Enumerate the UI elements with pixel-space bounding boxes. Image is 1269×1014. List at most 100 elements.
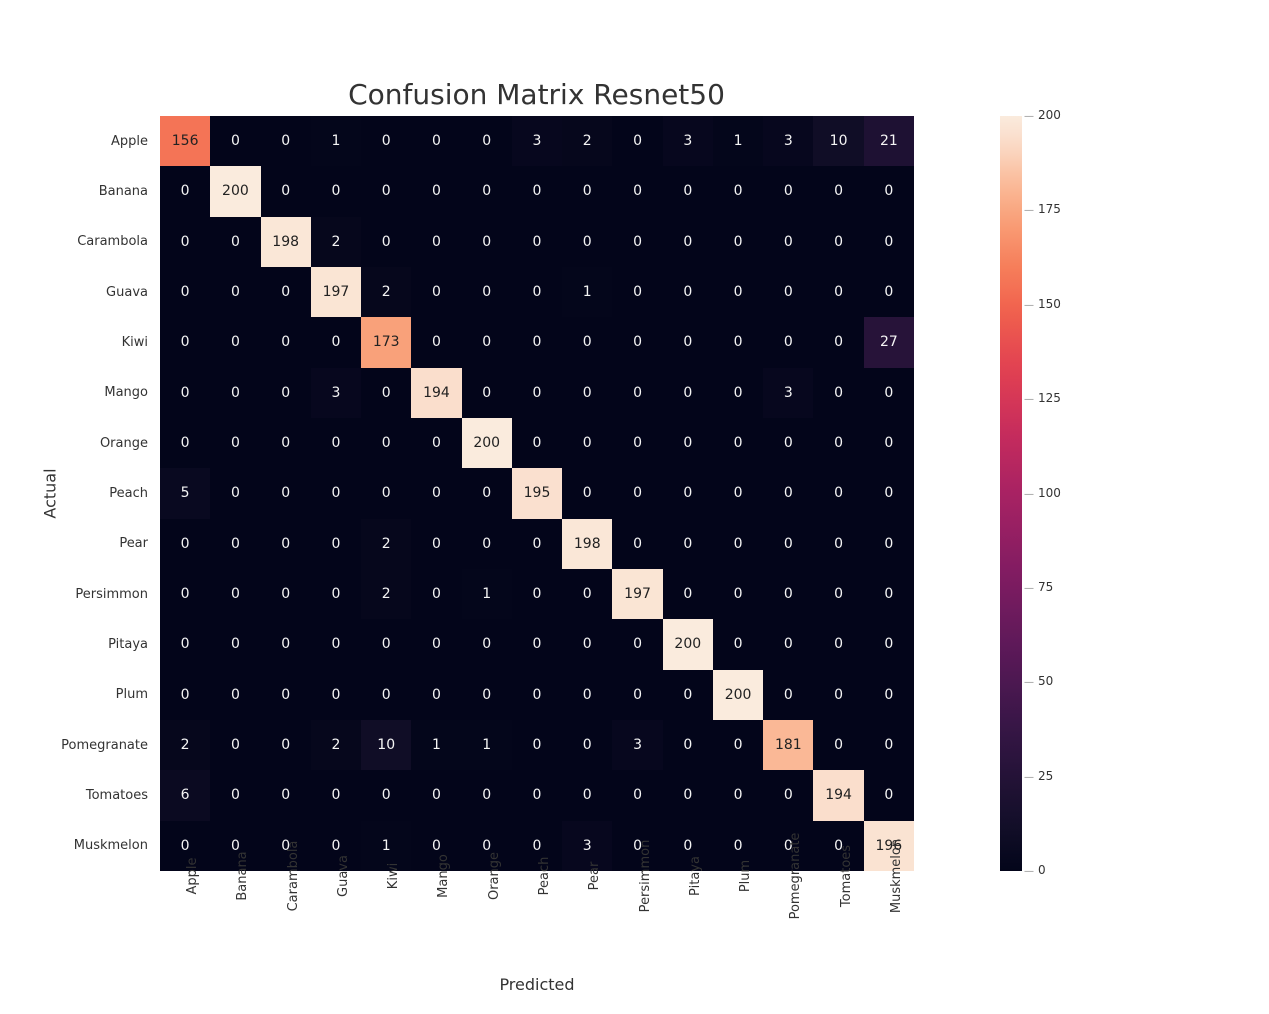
heatmap-cell: 0: [813, 317, 863, 367]
heatmap-cell: 156: [160, 116, 210, 166]
heatmap-cell: 0: [612, 619, 662, 669]
y-tick-label: Orange: [0, 418, 154, 468]
heatmap-cell: 0: [261, 720, 311, 770]
heatmap-cell: 3: [763, 116, 813, 166]
x-tick-label: Pomegranate: [763, 876, 813, 966]
heatmap-cell: 0: [261, 619, 311, 669]
heatmap-cell: 0: [663, 267, 713, 317]
heatmap-cell: 2: [361, 569, 411, 619]
heatmap-cell: 0: [210, 619, 260, 669]
heatmap-cell: 0: [311, 166, 361, 216]
heatmap-cell: 194: [813, 770, 863, 820]
heatmap-cell: 0: [160, 267, 210, 317]
heatmap-cell: 1: [462, 720, 512, 770]
heatmap-cell: 0: [160, 519, 210, 569]
heatmap-cell: 200: [713, 670, 763, 720]
x-tick-label: Mango: [411, 876, 461, 966]
heatmap-cell: 0: [462, 317, 512, 367]
heatmap-cell: 0: [562, 418, 612, 468]
heatmap-cell: 3: [663, 116, 713, 166]
x-axis-title: Predicted: [160, 975, 914, 994]
colorbar-tick: 200: [1024, 108, 1061, 122]
heatmap-cell: 0: [411, 267, 461, 317]
heatmap-cell: 197: [612, 569, 662, 619]
heatmap-cell: 0: [612, 770, 662, 820]
heatmap-cell: 0: [210, 720, 260, 770]
heatmap-cell: 0: [512, 720, 562, 770]
heatmap-cell: 0: [864, 720, 914, 770]
heatmap-cell: 0: [261, 569, 311, 619]
heatmap-cell: 3: [512, 116, 562, 166]
heatmap-cell: 2: [562, 116, 612, 166]
y-tick-labels: AppleBananaCarambolaGuavaKiwiMangoOrange…: [0, 116, 154, 871]
heatmap-cell: 0: [562, 569, 612, 619]
heatmap-cell: 0: [813, 569, 863, 619]
heatmap-cell: 0: [160, 670, 210, 720]
heatmap-cell: 0: [813, 619, 863, 669]
heatmap-cell: 0: [311, 619, 361, 669]
heatmap-cell: 0: [462, 619, 512, 669]
heatmap-cell: 0: [663, 569, 713, 619]
heatmap-cell: 0: [813, 368, 863, 418]
figure: Confusion Matrix Resnet50 Actual AppleBa…: [0, 0, 1269, 1014]
heatmap-cell: 0: [864, 368, 914, 418]
heatmap-cell: 0: [411, 519, 461, 569]
heatmap-cell: 0: [261, 166, 311, 216]
heatmap-cell: 0: [864, 166, 914, 216]
heatmap-cell: 0: [813, 166, 863, 216]
y-tick-label: Pomegranate: [0, 720, 154, 770]
heatmap-cell: 195: [512, 468, 562, 518]
heatmap-cell: 0: [763, 418, 813, 468]
heatmap-cell: 0: [261, 418, 311, 468]
heatmap-cell: 0: [411, 217, 461, 267]
y-tick-label: Banana: [0, 166, 154, 216]
heatmap-cell: 0: [361, 217, 411, 267]
heatmap-cell: 0: [663, 720, 713, 770]
heatmap-cell: 0: [864, 569, 914, 619]
heatmap-cell: 0: [713, 468, 763, 518]
colorbar-tick: 25: [1024, 769, 1053, 783]
heatmap-cell: 0: [813, 468, 863, 518]
heatmap-cell: 0: [713, 770, 763, 820]
heatmap-cell: 0: [361, 368, 411, 418]
heatmap-cell: 0: [763, 468, 813, 518]
heatmap-cell: 0: [713, 166, 763, 216]
heatmap-cell: 10: [361, 720, 411, 770]
heatmap-cell: 0: [160, 569, 210, 619]
y-tick-label: Muskmelon: [0, 821, 154, 871]
heatmap-cell: 0: [210, 418, 260, 468]
heatmap-cell: 0: [562, 770, 612, 820]
colorbar-tick: 0: [1024, 863, 1046, 877]
heatmap-cell: 0: [210, 569, 260, 619]
heatmap-cell: 0: [713, 267, 763, 317]
heatmap-cell: 0: [210, 468, 260, 518]
heatmap-cell: 0: [210, 368, 260, 418]
colorbar: [1000, 116, 1022, 871]
heatmap-cell: 197: [311, 267, 361, 317]
heatmap-cell: 0: [612, 116, 662, 166]
heatmap-cell: 0: [512, 569, 562, 619]
heatmap-cell: 0: [261, 670, 311, 720]
x-tick-label: Guava: [311, 876, 361, 966]
heatmap-cell: 0: [411, 569, 461, 619]
heatmap-cell: 173: [361, 317, 411, 367]
heatmap-cell: 0: [311, 519, 361, 569]
colorbar-tick: 75: [1024, 580, 1053, 594]
heatmap-cell: 198: [261, 217, 311, 267]
heatmap-cell: 0: [311, 317, 361, 367]
heatmap-cell: 0: [411, 166, 461, 216]
heatmap-cell: 0: [160, 166, 210, 216]
heatmap-cell: 0: [663, 217, 713, 267]
heatmap-cell: 0: [210, 116, 260, 166]
heatmap-cell: 0: [562, 317, 612, 367]
heatmap-cell: 0: [512, 368, 562, 418]
heatmap-cell: 0: [411, 468, 461, 518]
heatmap-cell: 0: [713, 317, 763, 367]
heatmap-cell: 0: [663, 418, 713, 468]
heatmap-cell: 0: [261, 317, 311, 367]
heatmap-cell: 2: [361, 267, 411, 317]
heatmap-cell: 0: [713, 619, 763, 669]
heatmap-cell: 0: [512, 770, 562, 820]
heatmap-cell: 0: [864, 418, 914, 468]
heatmap-cell: 0: [663, 368, 713, 418]
